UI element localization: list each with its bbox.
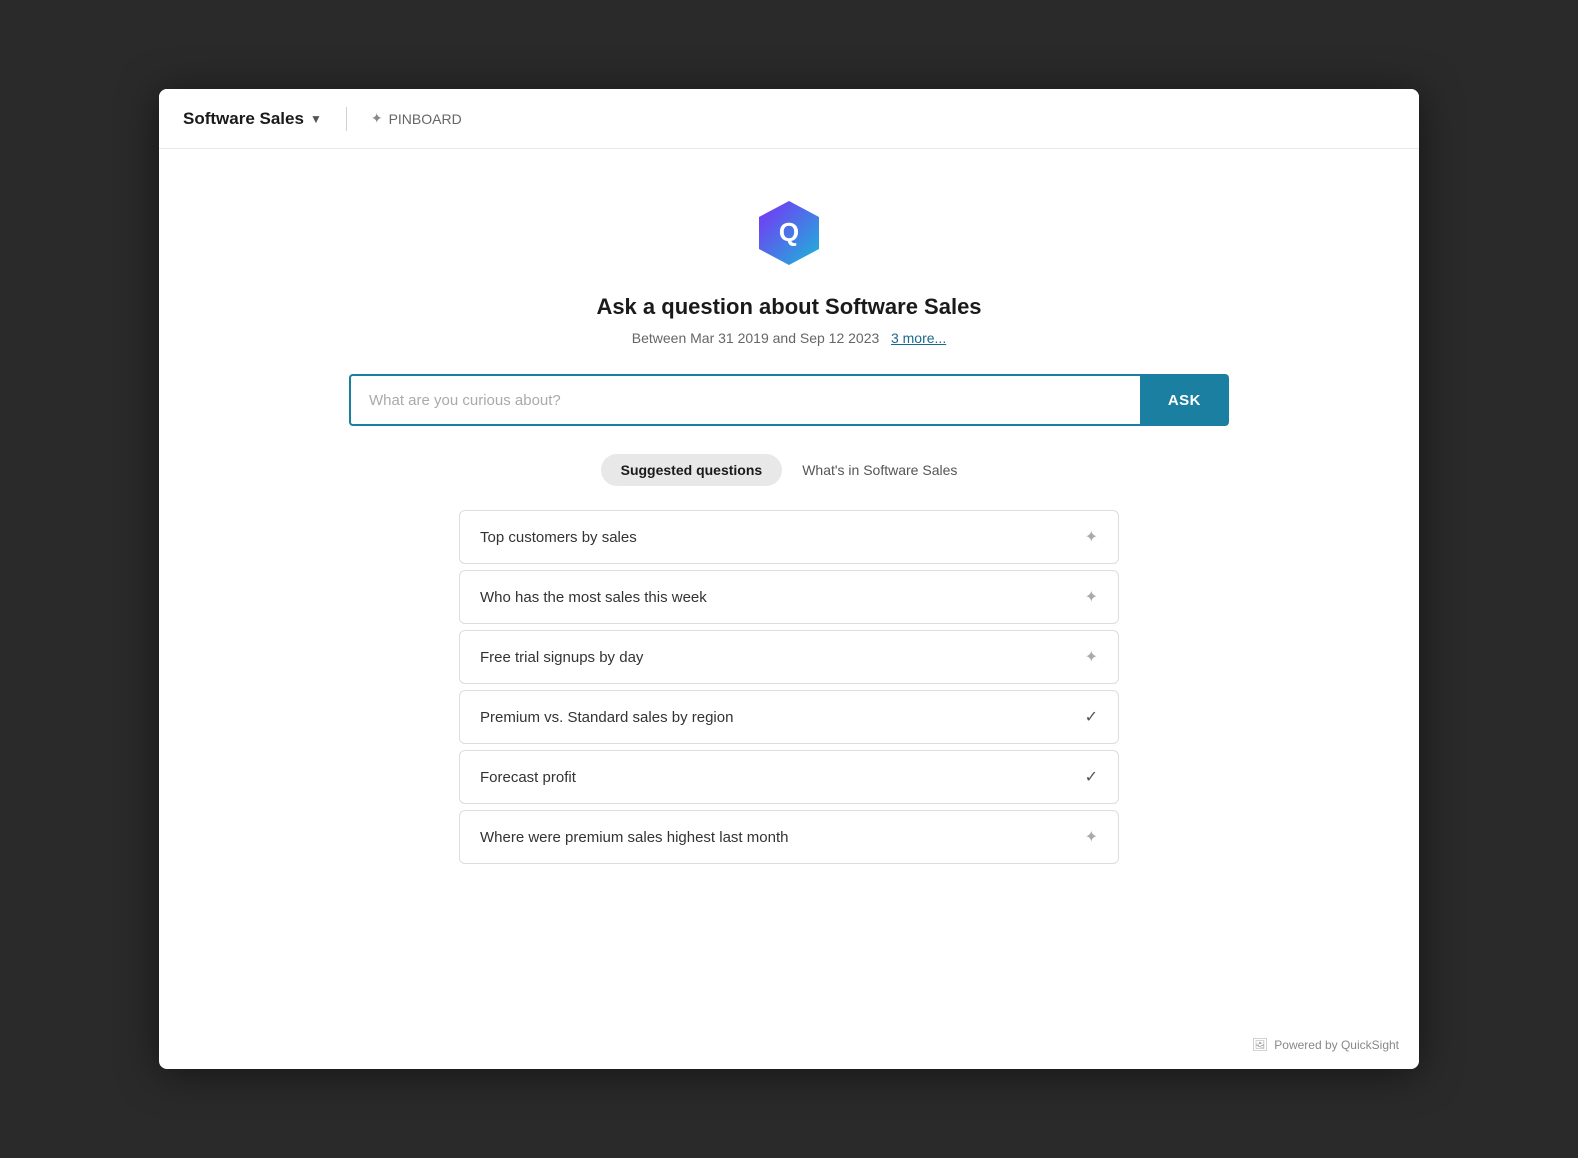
svg-text:Q: Q [779, 217, 799, 247]
search-bar-container: ASK [349, 374, 1229, 426]
search-input[interactable] [349, 374, 1140, 426]
question-text-4: Premium vs. Standard sales by region [480, 709, 733, 726]
question-icon-5: ✓ [1085, 767, 1098, 787]
question-item-1[interactable]: Top customers by sales ✦ [459, 510, 1119, 564]
main-content: Q Ask a question about Software Sales Be… [159, 149, 1419, 1069]
page-title: Ask a question about Software Sales [596, 294, 981, 320]
question-text-5: Forecast profit [480, 769, 576, 786]
footer-icon: 🖼 [1252, 1037, 1269, 1053]
navbar: Software Sales ▼ ✦ PINBOARD [159, 89, 1419, 149]
question-text-3: Free trial signups by day [480, 649, 643, 666]
more-filters-link[interactable]: 3 more... [891, 330, 946, 346]
date-range: Between Mar 31 2019 and Sep 12 2023 3 mo… [632, 330, 946, 346]
question-item-4[interactable]: Premium vs. Standard sales by region ✓ [459, 690, 1119, 744]
tab-whats-in[interactable]: What's in Software Sales [782, 454, 977, 486]
pinboard-icon: ✦ [371, 110, 383, 127]
tabs-container: Suggested questions What's in Software S… [601, 454, 978, 486]
question-text-2: Who has the most sales this week [480, 589, 707, 606]
footer: 🖼 Powered by QuickSight [1252, 1037, 1399, 1053]
question-icon-6: ✦ [1085, 827, 1098, 847]
app-title: Software Sales [183, 109, 304, 129]
pinboard-label: PINBOARD [389, 111, 462, 127]
logo-container: Q [753, 197, 825, 274]
question-item-6[interactable]: Where were premium sales highest last mo… [459, 810, 1119, 864]
app-window: Software Sales ▼ ✦ PINBOARD Q [159, 89, 1419, 1069]
dropdown-icon: ▼ [310, 112, 322, 126]
question-item-5[interactable]: Forecast profit ✓ [459, 750, 1119, 804]
question-item-3[interactable]: Free trial signups by day ✦ [459, 630, 1119, 684]
nav-divider [346, 107, 347, 131]
question-item-2[interactable]: Who has the most sales this week ✦ [459, 570, 1119, 624]
question-icon-3: ✦ [1085, 647, 1098, 667]
question-icon-4: ✓ [1085, 707, 1098, 727]
title-dropdown[interactable]: Software Sales ▼ [183, 109, 322, 129]
footer-label: Powered by QuickSight [1274, 1038, 1399, 1052]
pinboard-nav[interactable]: ✦ PINBOARD [371, 110, 462, 127]
question-icon-1: ✦ [1085, 527, 1098, 547]
questions-list: Top customers by sales ✦ Who has the mos… [459, 510, 1119, 864]
question-text-6: Where were premium sales highest last mo… [480, 829, 788, 846]
date-range-text: Between Mar 31 2019 and Sep 12 2023 [632, 330, 880, 346]
ask-button[interactable]: ASK [1140, 374, 1229, 426]
question-text-1: Top customers by sales [480, 529, 637, 546]
tab-suggested[interactable]: Suggested questions [601, 454, 783, 486]
app-logo: Q [753, 197, 825, 269]
question-icon-2: ✦ [1085, 587, 1098, 607]
